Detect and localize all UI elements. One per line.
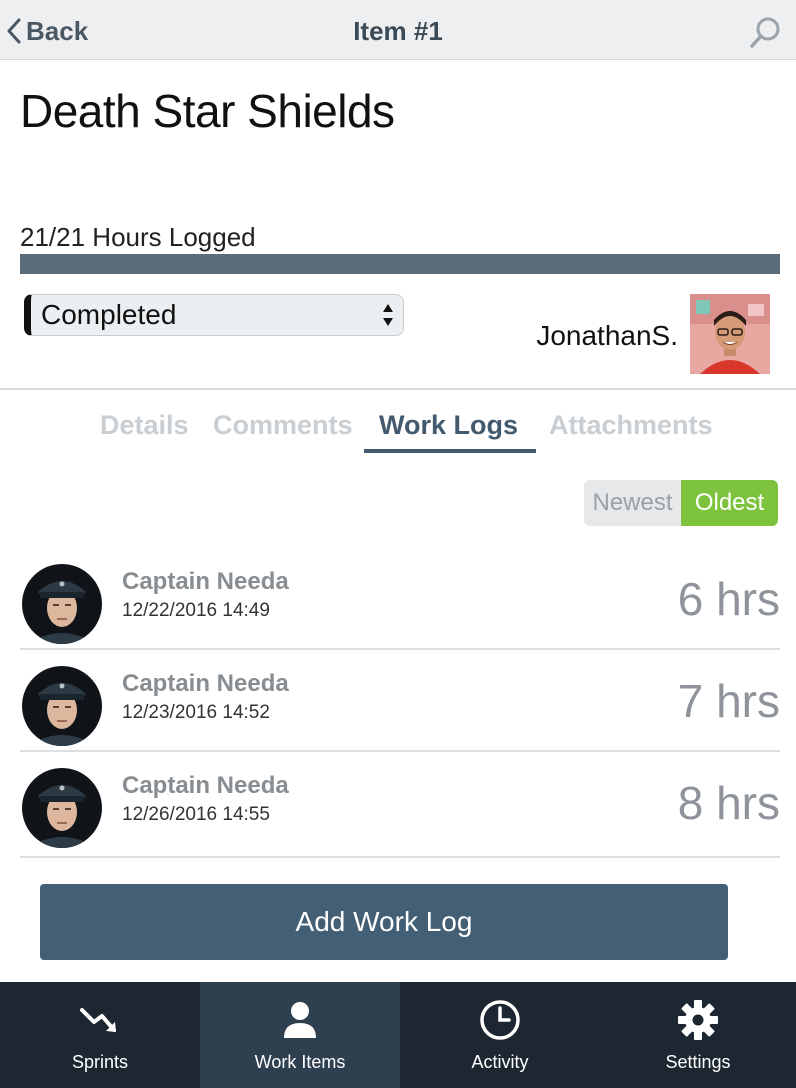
- item-title: Death Star Shields: [20, 85, 395, 137]
- tabbar-label: Settings: [665, 1052, 731, 1072]
- tab-attachments[interactable]: Attachments: [549, 410, 713, 441]
- captain-avatar-image: [22, 666, 102, 746]
- captain-avatar-image: [22, 564, 102, 644]
- hours-progress-fill: [20, 254, 780, 274]
- tab-comments[interactable]: Comments: [213, 410, 353, 441]
- sort-oldest-button[interactable]: Oldest: [681, 480, 778, 526]
- work-log-row[interactable]: Captain Needa 12/26/2016 14:55 8 hrs: [20, 752, 780, 858]
- hours-progress-bar: [20, 254, 780, 274]
- work-log-row[interactable]: Captain Needa 12/23/2016 14:52 7 hrs: [20, 650, 780, 752]
- work-log-avatar: [22, 564, 102, 644]
- clock-icon: [478, 998, 522, 1042]
- section-divider: [0, 388, 796, 390]
- status-value: Completed: [41, 299, 177, 330]
- search-icon: [750, 17, 780, 48]
- assignee-name: JonathanS.: [536, 320, 678, 351]
- trend-down-icon: [78, 998, 122, 1042]
- status-select[interactable]: Completed: [24, 294, 404, 336]
- navigation-bar: Back Item #1: [0, 0, 796, 60]
- tab-details[interactable]: Details: [100, 410, 189, 441]
- bottom-tab-bar: Sprints Work Items Activity Settings: [0, 982, 796, 1088]
- tabbar-item-sprints[interactable]: Sprints: [0, 982, 200, 1088]
- tabbar-label: Activity: [471, 1052, 529, 1072]
- sort-newest-button[interactable]: Newest: [584, 480, 681, 526]
- work-log-hours: 7 hrs: [677, 675, 780, 727]
- work-log-date: 12/26/2016 14:55: [122, 804, 270, 825]
- tabbar-item-activity[interactable]: Activity: [400, 982, 600, 1088]
- search-button[interactable]: [748, 16, 782, 50]
- work-log-hours: 6 hrs: [677, 573, 780, 625]
- tabbar-item-work-items[interactable]: Work Items: [200, 982, 400, 1088]
- tabbar-label: Work Items: [254, 1052, 346, 1072]
- assignee-photo-image: [690, 294, 770, 374]
- sort-toggle: Newest Oldest: [584, 480, 778, 526]
- work-log-date: 12/22/2016 14:49: [122, 600, 270, 621]
- work-log-author: Captain Needa: [122, 670, 289, 697]
- captain-avatar-image: [22, 768, 102, 848]
- work-log-row[interactable]: Captain Needa 12/22/2016 14:49 6 hrs: [20, 548, 780, 650]
- hours-logged-text: 21/21 Hours Logged: [20, 222, 256, 252]
- work-log-avatar: [22, 768, 102, 848]
- person-icon: [278, 998, 322, 1042]
- detail-tabs: Details Comments Work Logs Attachments: [0, 400, 796, 454]
- tab-work-logs[interactable]: Work Logs: [379, 410, 518, 441]
- active-tab-indicator: [364, 449, 536, 453]
- work-log-author: Captain Needa: [122, 772, 289, 799]
- tabbar-item-settings[interactable]: Settings: [600, 982, 796, 1088]
- gear-icon: [676, 998, 720, 1042]
- page-title: Item #1: [353, 16, 443, 46]
- tabbar-label: Sprints: [71, 1052, 129, 1072]
- work-log-author: Captain Needa: [122, 568, 289, 595]
- select-arrows-icon: [383, 304, 393, 326]
- work-log-hours: 8 hrs: [677, 777, 780, 829]
- assignee-avatar[interactable]: [690, 294, 770, 374]
- work-log-date: 12/23/2016 14:52: [122, 702, 270, 723]
- work-log-avatar: [22, 666, 102, 746]
- add-work-log-button[interactable]: Add Work Log: [40, 884, 728, 960]
